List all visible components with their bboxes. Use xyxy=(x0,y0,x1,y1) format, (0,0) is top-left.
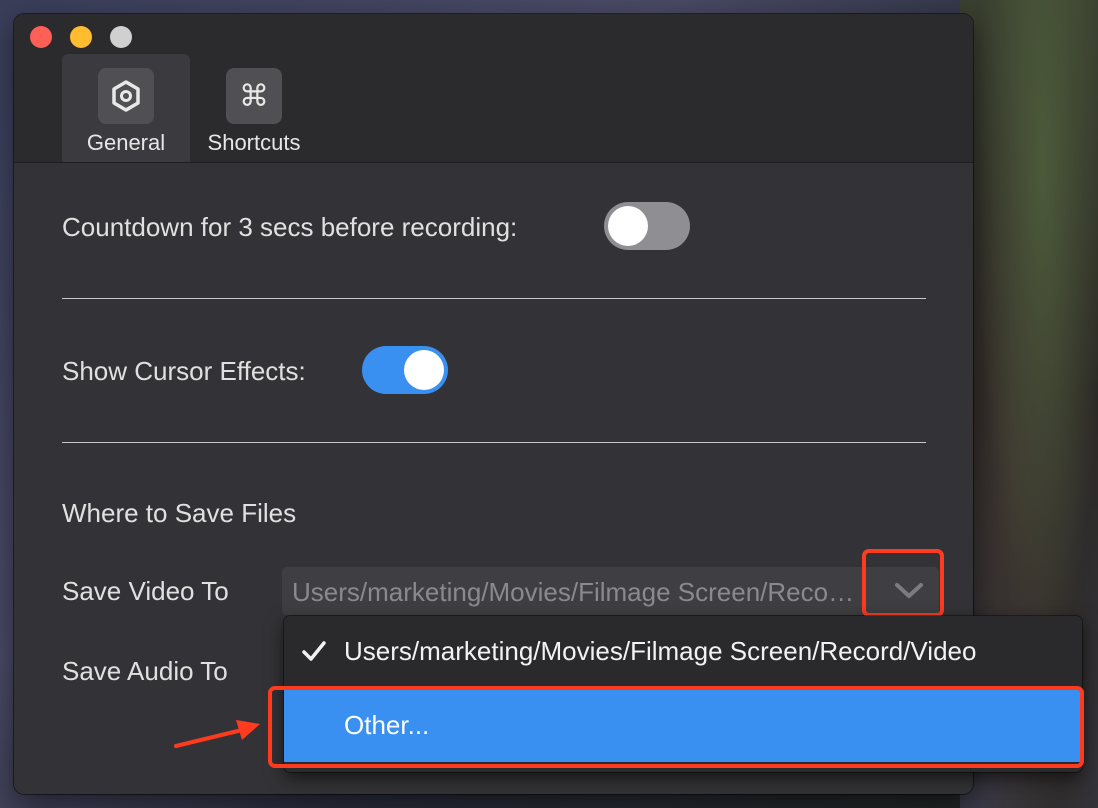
countdown-toggle[interactable] xyxy=(604,202,690,250)
save-video-path-select[interactable]: Users/marketing/Movies/Filmage Screen/Re… xyxy=(282,567,939,615)
save-video-label: Save Video To xyxy=(62,576,229,606)
toggle-knob xyxy=(608,206,648,246)
divider xyxy=(62,298,926,299)
tab-shortcuts[interactable]: ⌘ Shortcuts xyxy=(190,54,318,162)
dropdown-annotation-box xyxy=(862,549,944,617)
minimize-window-button[interactable] xyxy=(70,26,92,48)
close-window-button[interactable] xyxy=(30,26,52,48)
toggle-knob xyxy=(404,350,444,390)
zoom-window-button[interactable] xyxy=(110,26,132,48)
cursor-effects-label: Show Cursor Effects: xyxy=(62,356,306,386)
toolbar: General ⌘ Shortcuts xyxy=(14,14,973,163)
save-section-title: Where to Save Files xyxy=(62,498,297,528)
tab-general[interactable]: General xyxy=(62,54,190,162)
command-icon: ⌘ xyxy=(226,68,282,124)
gear-hex-icon xyxy=(98,68,154,124)
tab-general-label: General xyxy=(86,130,166,155)
menu-item-current-path[interactable]: Users/marketing/Movies/Filmage Screen/Re… xyxy=(284,616,1082,686)
menu-item-label: Users/marketing/Movies/Filmage Screen/Re… xyxy=(344,635,977,666)
save-video-path-value: Users/marketing/Movies/Filmage Screen/Re… xyxy=(292,577,862,607)
cursor-effects-toggle[interactable] xyxy=(362,346,448,394)
other-annotation-box xyxy=(268,686,1084,768)
checkmark-icon xyxy=(284,640,344,662)
countdown-label: Countdown for 3 secs before recording: xyxy=(62,212,518,242)
tab-shortcuts-label: Shortcuts xyxy=(207,130,301,155)
divider xyxy=(62,442,926,443)
arrow-right-icon xyxy=(174,720,260,748)
save-audio-label: Save Audio To xyxy=(62,656,228,686)
